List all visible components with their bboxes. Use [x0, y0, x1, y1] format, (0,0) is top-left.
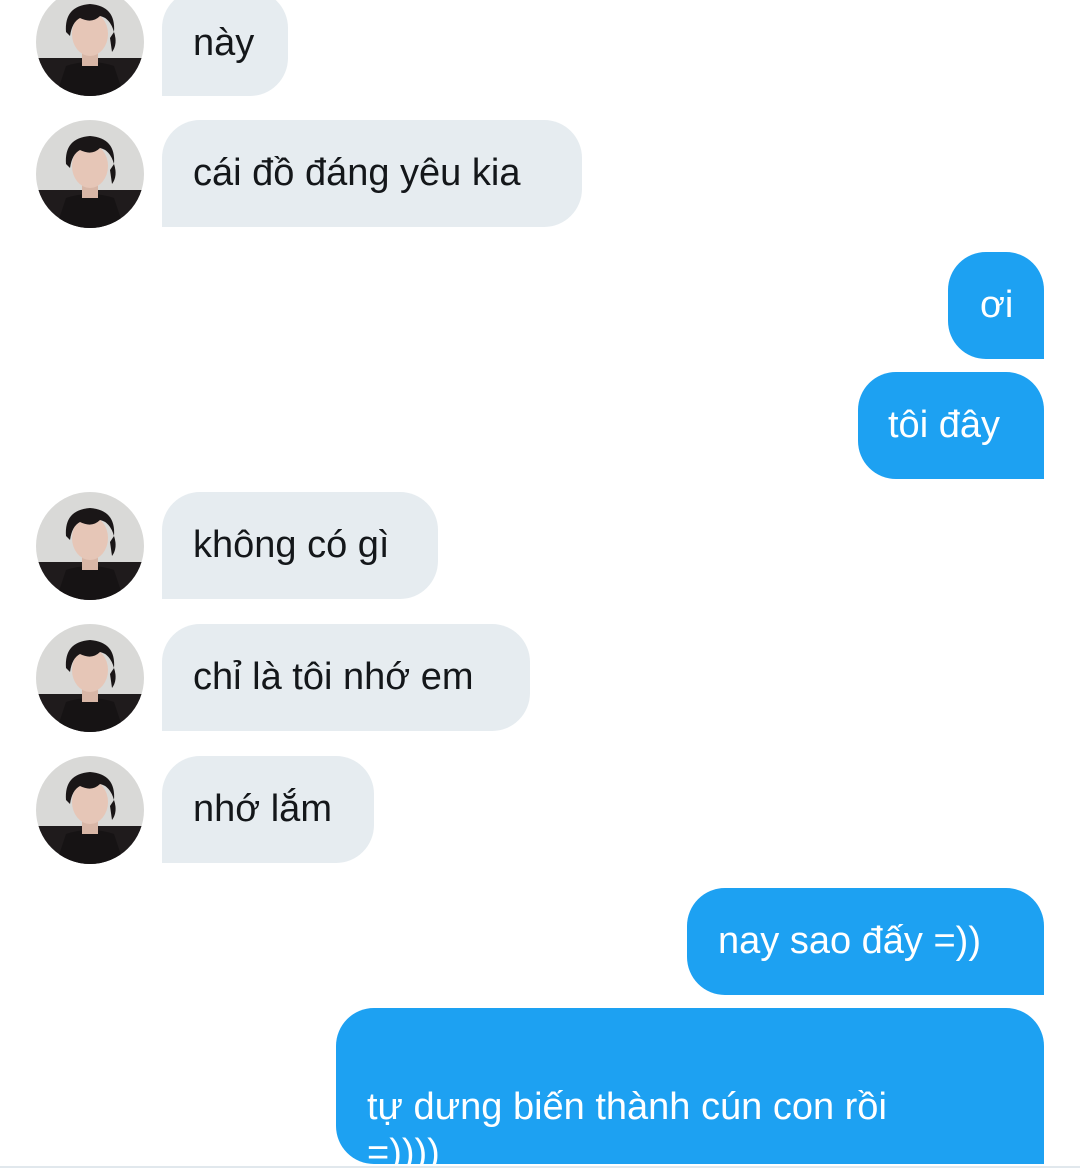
message-text: nhớ lắm: [193, 788, 332, 830]
message-text: tự dưng biến thành cún con rồi =)))): [367, 1086, 887, 1174]
message-bubble: tôi đây: [858, 372, 1044, 479]
message-text: cái đồ đáng yêu kia: [193, 152, 521, 194]
message-bubble: chỉ là tôi nhớ em: [162, 624, 530, 731]
contact-avatar[interactable]: [36, 492, 144, 600]
message-bubble: này: [162, 0, 288, 96]
message-text: ơi: [980, 284, 1014, 326]
contact-avatar[interactable]: [36, 120, 144, 228]
message-text: không có gì: [193, 524, 390, 566]
message-bubble: nay sao đấy =)): [687, 888, 1044, 995]
contact-avatar[interactable]: [36, 756, 144, 864]
message-bubble: ơi: [948, 252, 1044, 359]
contact-avatar[interactable]: [36, 0, 144, 96]
message-text: tôi đây: [888, 404, 1000, 446]
message-bubble: nhớ lắm: [162, 756, 374, 863]
message-text: chỉ là tôi nhớ em: [193, 656, 474, 698]
contact-avatar[interactable]: [36, 624, 144, 732]
message-bubble: tự dưng biến thành cún con rồi =)))): [336, 1008, 1044, 1174]
message-text: này: [193, 22, 255, 64]
message-bubble: cái đồ đáng yêu kia: [162, 120, 582, 227]
message-text: nay sao đấy =)): [718, 920, 981, 962]
divider: [0, 1166, 1080, 1168]
message-bubble: không có gì: [162, 492, 438, 599]
